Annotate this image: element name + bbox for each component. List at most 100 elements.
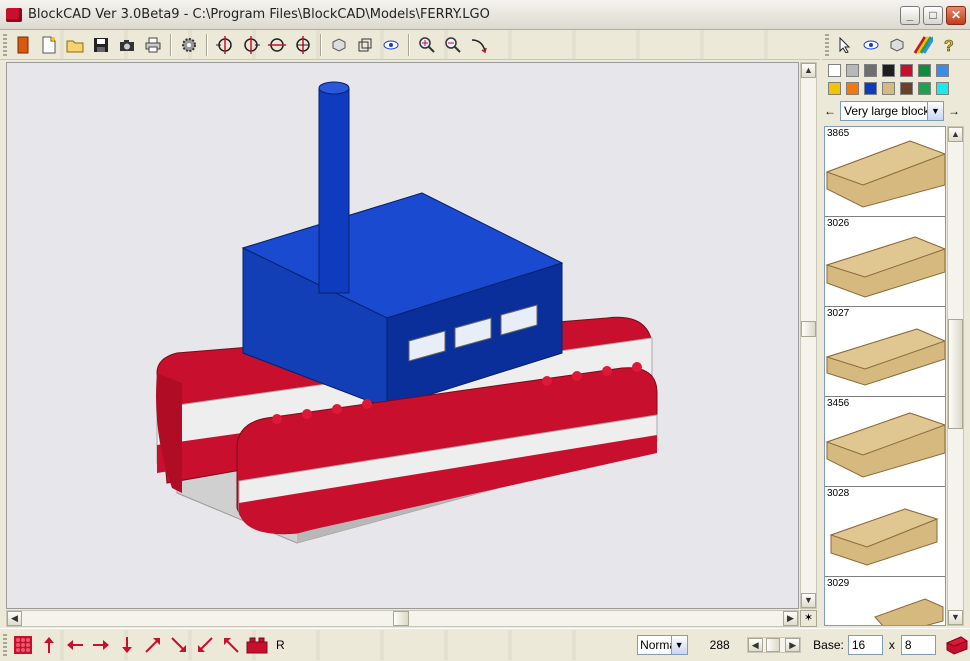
maximize-button[interactable]: □ xyxy=(923,6,943,25)
rotate-mode-label[interactable]: R xyxy=(276,638,285,652)
tan-plate-icon xyxy=(825,328,945,386)
vertical-scroll-thumb[interactable] xyxy=(801,321,816,337)
color-swatch[interactable] xyxy=(828,82,841,95)
viewport-horizontal-scrollbar[interactable]: ◀ ▶ xyxy=(6,610,799,627)
toolbar-grip[interactable] xyxy=(825,33,829,56)
chevron-down-icon[interactable]: ▼ xyxy=(927,102,943,120)
category-select[interactable]: Very large blocks ▼ xyxy=(840,101,944,121)
viewport-vertical-scrollbar[interactable]: ▲ ▼ xyxy=(800,62,817,609)
hide-icon[interactable] xyxy=(886,34,908,56)
add-brick-icon[interactable] xyxy=(246,634,268,656)
color-swatch[interactable] xyxy=(864,82,877,95)
color-swatch[interactable] xyxy=(936,64,949,77)
scroll-up-arrow-icon[interactable]: ▲ xyxy=(801,63,816,78)
part-id: 3029 xyxy=(827,578,850,589)
print-icon[interactable] xyxy=(142,34,164,56)
tan-plate-icon xyxy=(825,412,945,478)
part-id: 3865 xyxy=(827,128,850,139)
next-category-arrow-icon[interactable]: → xyxy=(948,104,960,118)
base-depth-field[interactable]: 8 xyxy=(900,635,936,655)
color-swatch[interactable] xyxy=(864,64,877,77)
add-brick-icon[interactable] xyxy=(946,634,968,656)
rotate-free-icon[interactable] xyxy=(468,34,490,56)
color-swatch[interactable] xyxy=(936,82,949,95)
parts-scroll-thumb[interactable] xyxy=(948,319,963,429)
main-toolbar xyxy=(0,30,820,60)
color-swatch[interactable] xyxy=(846,64,859,77)
brick-icon[interactable] xyxy=(12,34,34,56)
rotate-right-icon[interactable] xyxy=(292,34,314,56)
move-left-icon[interactable] xyxy=(64,634,86,656)
rotate-down-icon[interactable] xyxy=(240,34,262,56)
reset-view-icon[interactable]: ✶ xyxy=(800,610,817,627)
parts-list[interactable]: 3865 3026 3027 3456 3028 3029 xyxy=(824,126,946,626)
color-swatch[interactable] xyxy=(900,82,913,95)
move-ne-icon[interactable] xyxy=(142,634,164,656)
scroll-left-arrow-icon[interactable]: ◀ xyxy=(747,638,763,652)
grid-snap-icon[interactable] xyxy=(12,634,34,656)
scroll-right-arrow-icon[interactable]: ▶ xyxy=(783,611,798,626)
horizontal-scroll-thumb[interactable] xyxy=(393,611,409,626)
tan-plate-icon xyxy=(825,236,945,298)
zoom-out-icon[interactable] xyxy=(442,34,464,56)
toolbar-grip[interactable] xyxy=(3,33,7,56)
chevron-down-icon[interactable]: ▼ xyxy=(670,636,687,654)
color-swatch[interactable] xyxy=(900,64,913,77)
prev-category-arrow-icon[interactable]: ← xyxy=(824,104,836,118)
part-item[interactable]: 3028 xyxy=(825,487,945,577)
settings-gear-icon[interactable] xyxy=(178,34,200,56)
base-width-field[interactable]: 16 xyxy=(847,635,883,655)
move-se-icon[interactable] xyxy=(168,634,190,656)
new-file-icon[interactable] xyxy=(38,34,60,56)
move-right-icon[interactable] xyxy=(90,634,112,656)
parts-list-scrollbar[interactable]: ▲ ▼ xyxy=(947,126,964,626)
zoom-in-icon[interactable] xyxy=(416,34,438,56)
eye-icon[interactable] xyxy=(860,34,882,56)
color-swatch[interactable] xyxy=(846,82,859,95)
piece-scrollbar[interactable]: ◀ ▶ xyxy=(746,637,802,653)
open-folder-icon[interactable] xyxy=(64,34,86,56)
scroll-up-arrow-icon[interactable]: ▲ xyxy=(948,127,963,142)
toolbar-grip[interactable] xyxy=(3,634,7,656)
color-palette xyxy=(828,64,956,95)
rainbow-color-icon[interactable] xyxy=(912,34,934,56)
part-item[interactable]: 3027 xyxy=(825,307,945,397)
toolbar-separator xyxy=(170,33,172,56)
scroll-right-arrow-icon[interactable]: ▶ xyxy=(785,638,801,652)
piece-count: 288 xyxy=(709,638,730,652)
view-hidden-icon[interactable] xyxy=(328,34,350,56)
move-nw-icon[interactable] xyxy=(220,634,242,656)
view-wireframe-icon[interactable] xyxy=(354,34,376,56)
parts-toolbar: ? xyxy=(822,30,970,60)
scroll-down-arrow-icon[interactable]: ▼ xyxy=(948,610,963,625)
part-item[interactable]: 3026 xyxy=(825,217,945,307)
rotate-left-icon[interactable] xyxy=(214,34,236,56)
save-icon[interactable] xyxy=(90,34,112,56)
help-icon[interactable]: ? xyxy=(938,34,960,56)
minimize-button[interactable]: _ xyxy=(900,6,920,25)
piece-scroll-thumb[interactable] xyxy=(765,638,780,652)
view-eye-icon[interactable] xyxy=(380,34,402,56)
rotate-up-icon[interactable] xyxy=(266,34,288,56)
model-viewport[interactable] xyxy=(6,62,799,609)
camera-icon[interactable] xyxy=(116,34,138,56)
color-swatch[interactable] xyxy=(882,82,895,95)
scroll-left-arrow-icon[interactable]: ◀ xyxy=(7,611,22,626)
select-arrow-icon[interactable] xyxy=(834,34,856,56)
move-sw-icon[interactable] xyxy=(194,634,216,656)
color-swatch[interactable] xyxy=(828,64,841,77)
part-item[interactable]: 3456 xyxy=(825,397,945,487)
scroll-down-arrow-icon[interactable]: ▼ xyxy=(801,593,816,608)
close-button[interactable]: ✕ xyxy=(946,6,966,25)
part-id: 3027 xyxy=(827,308,850,319)
color-swatch[interactable] xyxy=(918,82,931,95)
color-swatch[interactable] xyxy=(882,64,895,77)
window-controls: _ □ ✕ xyxy=(900,6,966,25)
part-item[interactable]: 3029 xyxy=(825,577,945,625)
move-down-icon[interactable] xyxy=(116,634,138,656)
move-up-icon[interactable] xyxy=(38,634,60,656)
ferry-model-render xyxy=(156,81,658,544)
part-item[interactable]: 3865 xyxy=(825,127,945,217)
mode-select[interactable]: Norma ▼ xyxy=(637,635,688,655)
color-swatch[interactable] xyxy=(918,64,931,77)
